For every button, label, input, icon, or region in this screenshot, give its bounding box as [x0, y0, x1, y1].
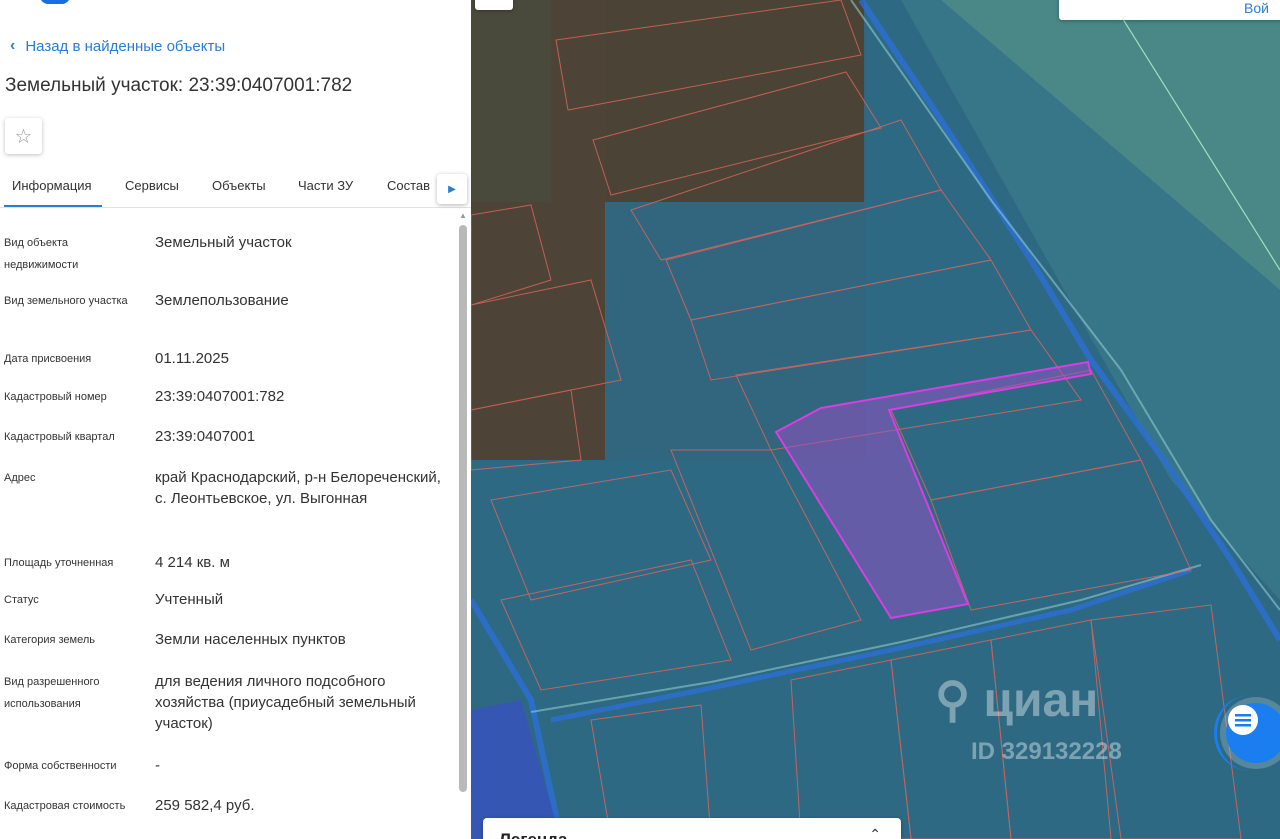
back-to-results-link[interactable]: ‹ Назад в найденные объекты	[10, 37, 225, 55]
info-value: край Краснодарский, р-н Белореченский, с…	[155, 469, 441, 507]
tab-composition[interactable]: Состав	[387, 178, 430, 193]
map-canvas	[471, 0, 1280, 839]
triangle-right-icon: ▶	[448, 183, 456, 195]
info-label: Кадастровый номер	[4, 391, 107, 403]
info-label: Вид объекта недвижимости	[4, 237, 79, 271]
info-label: Вид земельного участка	[4, 295, 128, 307]
info-label: Категория земель	[4, 634, 95, 646]
chat-button[interactable]	[1226, 703, 1280, 763]
cadastral-map[interactable]: Вой ⚲ циан ID 329132228 Легенда ⌃	[471, 0, 1280, 839]
chevron-up-icon[interactable]: ⌃	[869, 826, 881, 839]
info-label: Кадастровая стоимость	[4, 800, 126, 812]
chevron-left-icon: ‹	[10, 37, 16, 54]
scroll-up-arrow-icon[interactable]: ▲	[459, 211, 467, 220]
info-value: Землепользование	[155, 292, 289, 309]
legend-title: Легенда	[499, 830, 567, 839]
tab-bar: Информация Сервисы Объекты Части ЗУ Сост…	[0, 168, 471, 208]
info-label: Площадь уточненная	[4, 557, 114, 569]
page-title: Земельный участок: 23:39:0407001:782	[5, 75, 353, 96]
tab-services[interactable]: Сервисы	[125, 178, 179, 193]
info-value: 23:39:0407001	[155, 428, 256, 445]
tab-land-parts[interactable]: Части ЗУ	[298, 178, 353, 193]
tabs-scroll-right-button[interactable]: ▶	[437, 174, 467, 204]
watermark-brand: ⚲ циан	[935, 674, 1099, 727]
info-value: для ведения личного подсобного хозяйства…	[155, 673, 416, 732]
info-label: Кадастровый квартал	[4, 431, 115, 443]
login-label[interactable]: Вой	[1244, 0, 1269, 16]
legend-panel[interactable]: Легенда ⌃	[483, 818, 901, 839]
favorite-button[interactable]: ☆	[5, 118, 42, 154]
info-value: 23:39:0407001:782	[155, 388, 285, 405]
chat-icon	[1228, 705, 1258, 735]
tab-objects[interactable]: Объекты	[212, 178, 266, 193]
info-label: Статус	[4, 594, 39, 606]
info-label: Адрес	[4, 472, 36, 484]
info-label: Форма собственности	[4, 760, 117, 772]
info-value: -	[155, 757, 160, 774]
active-tab-indicator	[4, 205, 102, 207]
scrollbar-thumb[interactable]	[459, 225, 467, 792]
object-info-panel: ‹ Назад в найденные объекты Земельный уч…	[0, 0, 471, 839]
watermark-id: ID 329132228	[971, 738, 1122, 765]
info-value: Земли населенных пунктов	[155, 631, 346, 648]
info-value: 4 214 кв. м	[155, 554, 230, 571]
info-value: 01.11.2025	[155, 350, 229, 367]
tab-information[interactable]: Информация	[12, 178, 92, 193]
info-value: Учтенный	[155, 591, 224, 608]
info-label: Дата присвоения	[4, 353, 92, 365]
zoom-button[interactable]	[475, 0, 513, 10]
logo	[40, 0, 70, 4]
info-value: 259 582,4 руб.	[155, 797, 255, 814]
info-label: Вид разрешенного использования	[4, 676, 100, 710]
star-icon: ☆	[14, 125, 33, 148]
back-label: Назад в найденные объекты	[25, 37, 226, 55]
login-box[interactable]: Вой	[1059, 0, 1280, 20]
info-value: Земельный участок	[155, 234, 292, 251]
